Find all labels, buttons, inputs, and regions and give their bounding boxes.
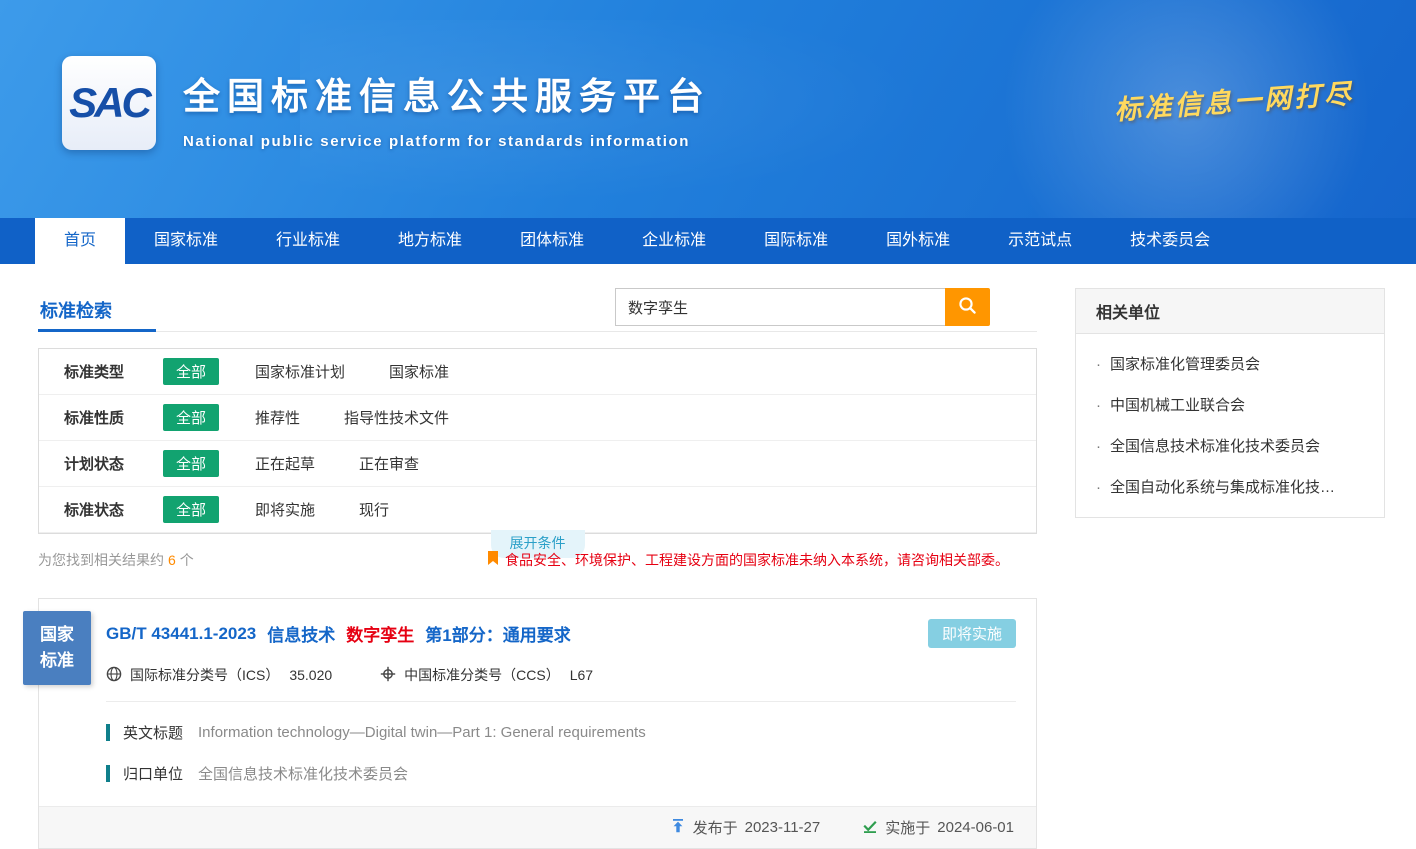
nav-item-group-standards[interactable]: 团体标准	[491, 218, 613, 264]
filter-option[interactable]: 国家标准计划	[255, 361, 345, 382]
nav-item-industry-standards[interactable]: 行业标准	[247, 218, 369, 264]
filter-option[interactable]: 正在审查	[359, 453, 419, 474]
english-title-row: 英文标题 Information technology—Digital twin…	[106, 722, 1016, 743]
implement-label: 实施于	[885, 817, 930, 838]
search-results-column: 标准检索 标准类型 全部 国家标准计划 国家标准	[38, 288, 1037, 849]
ics-meta: 国际标准分类号（ICS） 35.020	[106, 665, 332, 685]
filter-option[interactable]: 现行	[359, 499, 389, 520]
filter-option[interactable]: 即将实施	[255, 499, 315, 520]
search-input[interactable]	[615, 288, 945, 326]
site-title: 全国标准信息公共服务平台	[183, 66, 711, 120]
filter-panel: 标准类型 全部 国家标准计划 国家标准 标准性质 全部 推荐性 指导性技术文件 …	[38, 348, 1037, 534]
standard-title-part[interactable]: 第1部分：通用要求	[425, 621, 570, 646]
filter-label: 计划状态	[64, 453, 163, 474]
filter-all-button[interactable]: 全部	[163, 450, 219, 477]
search-group	[615, 288, 990, 326]
card-body: GB/T 43441.1-2023 信息技术 数字孪生 第1部分：通用要求 即将…	[39, 599, 1036, 784]
nav-item-pilot[interactable]: 示范试点	[979, 218, 1101, 264]
implement-date: 2024-06-01	[937, 819, 1014, 836]
ccs-label: 中国标准分类号（CCS）	[404, 665, 560, 685]
main-content: 标准检索 标准类型 全部 国家标准计划 国家标准	[0, 264, 1416, 849]
standard-title-part[interactable]: 信息技术	[267, 621, 335, 646]
filter-row-standard-nature: 标准性质 全部 推荐性 指导性技术文件	[39, 395, 1036, 441]
department-row: 归口单位 全国信息技术标准化技术委员会	[106, 763, 1016, 784]
ccs-value: L67	[570, 667, 593, 683]
department-value: 全国信息技术标准化技术委员会	[198, 763, 408, 784]
filter-all-button[interactable]: 全部	[163, 358, 219, 385]
english-title-label: 英文标题	[123, 722, 183, 743]
national-standard-badge: 国家 标准	[23, 611, 91, 685]
filter-label: 标准类型	[64, 361, 163, 382]
sidebar-item-automation-committee[interactable]: 全国自动化系统与集成标准化技…	[1076, 466, 1384, 507]
check-icon	[862, 818, 878, 838]
english-title-value: Information technology—Digital twin—Part…	[198, 724, 646, 741]
publish-label: 发布于	[693, 817, 738, 838]
publish-icon	[670, 818, 686, 838]
search-button[interactable]	[945, 288, 990, 326]
result-count-number: 6	[168, 552, 176, 568]
page-header: SAC 全国标准信息公共服务平台 National public service…	[0, 0, 1416, 218]
filter-label: 标准性质	[64, 407, 163, 428]
ics-label: 国际标准分类号（ICS）	[130, 665, 279, 685]
nav-item-technical-committee[interactable]: 技术委员会	[1101, 218, 1239, 264]
site-title-block: 全国标准信息公共服务平台 National public service pla…	[183, 66, 711, 150]
nav-item-international-standards[interactable]: 国际标准	[735, 218, 857, 264]
filter-row-standard-status: 标准状态 全部 即将实施 现行	[39, 487, 1036, 533]
flag-icon	[487, 551, 499, 569]
card-meta-row: 国际标准分类号（ICS） 35.020 中国标准分类号（CCS） L6	[106, 665, 1016, 702]
implement-date-item: 实施于 2024-06-01	[862, 817, 1014, 838]
nav-item-home[interactable]: 首页	[35, 218, 125, 264]
globe-icon	[106, 666, 130, 685]
compass-icon	[380, 666, 404, 685]
badge-line2: 标准	[40, 648, 74, 674]
header-slogan: 标准信息一网打尽	[1113, 72, 1355, 128]
sidebar-list: 国家标准化管理委员会 中国机械工业联合会 全国信息技术标准化技术委员会 全国自动…	[1076, 334, 1384, 517]
filter-all-button[interactable]: 全部	[163, 496, 219, 523]
nav-item-local-standards[interactable]: 地方标准	[369, 218, 491, 264]
badge-line1: 国家	[40, 622, 74, 648]
filter-option[interactable]: 推荐性	[255, 407, 300, 428]
nav-item-enterprise-standards[interactable]: 企业标准	[613, 218, 735, 264]
teal-bar	[106, 765, 110, 782]
filter-all-button[interactable]: 全部	[163, 404, 219, 431]
result-count-suffix: 个	[180, 552, 194, 568]
filter-option[interactable]: 国家标准	[389, 361, 449, 382]
ics-value: 35.020	[289, 667, 332, 683]
nav-item-national-standards[interactable]: 国家标准	[125, 218, 247, 264]
search-icon	[958, 296, 977, 318]
main-nav: 首页 国家标准 行业标准 地方标准 团体标准 企业标准 国际标准 国外标准 示范…	[0, 218, 1416, 264]
department-label: 归口单位	[123, 763, 183, 784]
publish-date-item: 发布于 2023-11-27	[670, 817, 821, 838]
result-count-prefix: 为您找到相关结果约	[38, 552, 164, 568]
sac-logo[interactable]: SAC	[62, 56, 156, 150]
filter-option[interactable]: 指导性技术文件	[344, 407, 449, 428]
teal-bar	[106, 724, 110, 741]
search-tab-row: 标准检索	[38, 288, 1037, 332]
filter-row-standard-type: 标准类型 全部 国家标准计划 国家标准	[39, 349, 1036, 395]
standard-title-highlight[interactable]: 数字孪生	[346, 621, 414, 646]
result-info-row: 为您找到相关结果约6个 食品安全、环境保护、工程建设方面的国家标准未纳入本系统，…	[38, 550, 1037, 572]
sidebar-item-machinery-federation[interactable]: 中国机械工业联合会	[1076, 384, 1384, 425]
site-subtitle: National public service platform for sta…	[183, 133, 711, 150]
publish-date: 2023-11-27	[745, 819, 821, 836]
notice-text: 食品安全、环境保护、工程建设方面的国家标准未纳入本系统，请咨询相关部委。	[505, 550, 1009, 570]
ccs-meta: 中国标准分类号（CCS） L67	[380, 665, 593, 685]
sidebar-item-it-standardization-committee[interactable]: 全国信息技术标准化技术委员会	[1076, 425, 1384, 466]
filter-row-plan-status: 计划状态 全部 正在起草 正在审查	[39, 441, 1036, 487]
sac-logo-text: SAC	[69, 79, 149, 127]
sidebar-item-sac[interactable]: 国家标准化管理委员会	[1076, 343, 1384, 384]
sidebar-title: 相关单位	[1076, 289, 1384, 334]
standard-result-card: 国家 标准 GB/T 43441.1-2023 信息技术 数字孪生 第1部分：通…	[38, 598, 1037, 849]
filter-label: 标准状态	[64, 499, 163, 520]
standard-code-link[interactable]: GB/T 43441.1-2023	[106, 624, 256, 644]
filter-option[interactable]: 正在起草	[255, 453, 315, 474]
nav-item-foreign-standards[interactable]: 国外标准	[857, 218, 979, 264]
tab-standard-search[interactable]: 标准检索	[38, 288, 156, 332]
system-notice: 食品安全、环境保护、工程建设方面的国家标准未纳入本系统，请咨询相关部委。	[487, 550, 1009, 570]
result-count: 为您找到相关结果约6个	[38, 552, 194, 568]
status-badge: 即将实施	[928, 619, 1016, 648]
card-title-row: GB/T 43441.1-2023 信息技术 数字孪生 第1部分：通用要求 即将…	[106, 619, 1016, 648]
related-units-sidebar: 相关单位 国家标准化管理委员会 中国机械工业联合会 全国信息技术标准化技术委员会…	[1075, 288, 1385, 518]
card-footer: 发布于 2023-11-27 实施于 2024-06-01	[39, 806, 1036, 848]
